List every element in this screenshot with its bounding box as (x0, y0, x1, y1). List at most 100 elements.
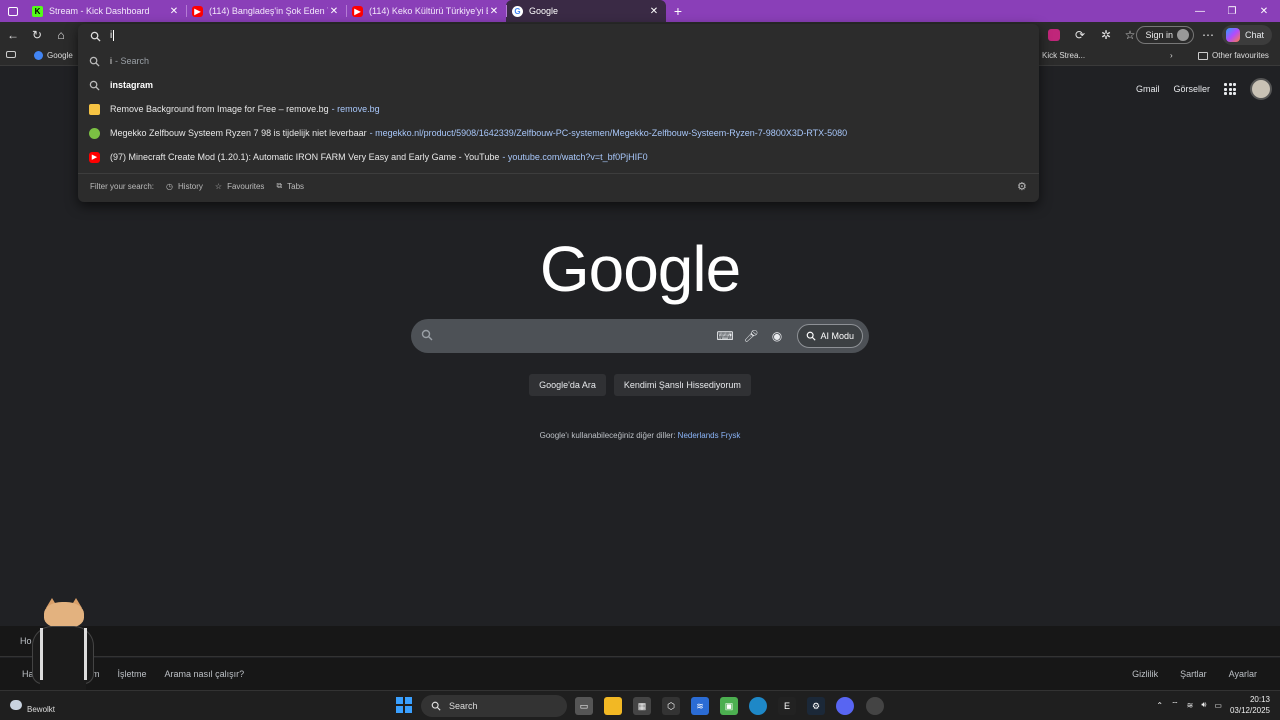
other-favourites[interactable]: Other favourites (1198, 51, 1269, 60)
date-label: 03/12/2025 (1229, 706, 1270, 715)
minimize-icon[interactable]: — (1184, 6, 1216, 17)
bookmark-kick[interactable]: Kick Strea... (1042, 51, 1085, 60)
app-icon-2[interactable] (866, 697, 884, 715)
copilot-chat-button[interactable]: Chat (1221, 25, 1272, 45)
refresh-icon[interactable]: ↻ (29, 27, 45, 43)
removebg-icon (89, 103, 100, 115)
restore-icon[interactable]: ❐ (1216, 6, 1248, 17)
footer-link-settings[interactable]: Ayarlar (1229, 669, 1257, 679)
chevron-up-icon[interactable]: ⌃ (1156, 701, 1163, 710)
close-icon[interactable]: ✕ (488, 6, 500, 17)
search-sparkle-icon (807, 331, 817, 341)
app-icon[interactable]: ⬡ (662, 697, 680, 715)
sign-in-button[interactable]: Sign in (1136, 26, 1194, 44)
keyboard-icon[interactable]: ⌨ (716, 328, 733, 344)
camera-lens-icon[interactable]: ◉ (769, 328, 785, 344)
file-explorer-icon[interactable] (604, 697, 622, 715)
microphone-icon[interactable]: 🎤︎ (743, 328, 759, 344)
store-icon[interactable]: ▦ (633, 697, 651, 715)
google-icon: G (512, 5, 523, 17)
search-filter-row: Filter your search: ◷ History ☆ Favourites… (90, 181, 304, 191)
tab-title: Stream - Kick Dashboard (49, 6, 150, 16)
search-icon (431, 701, 441, 711)
language-link-nl[interactable]: Nederlands (678, 431, 719, 440)
volume-icon[interactable]: 🔊︎ (1201, 700, 1206, 710)
images-link[interactable]: Görseller (1173, 84, 1210, 94)
vscode-icon[interactable]: ≋ (691, 697, 709, 715)
chevron-right-icon[interactable]: › (1170, 51, 1173, 60)
feeling-lucky-button[interactable]: Kendimi Şanslı Hissediyorum (613, 374, 751, 396)
home-icon[interactable]: ⌂ (53, 27, 69, 43)
suggestion-item[interactable]: Megekko Zelfbouw Systeem Ryzen 7 98 is t… (78, 121, 1039, 145)
tab-youtube-2[interactable]: ▶ (114) Keko Kültürü Türkiye'yi Esir ✕ (346, 0, 506, 22)
edge-icon[interactable] (749, 697, 767, 715)
weather-widget[interactable]: Bewolkt (10, 695, 55, 714)
taskbar-search-label: Search (449, 701, 478, 711)
epic-games-icon[interactable]: E (778, 697, 796, 715)
ai-mode-button[interactable]: AI Modu (797, 324, 863, 348)
taskbar-search[interactable]: Search (421, 695, 567, 717)
more-icon[interactable]: ⋯ (1200, 27, 1216, 43)
task-view-icon[interactable]: ▭ (575, 697, 593, 715)
suggestion-item[interactable]: i - Search (78, 49, 1039, 73)
suggestion-url: - youtube.com/watch?v=t_bf0PjHIF0 (502, 152, 648, 162)
search-icon (90, 31, 101, 42)
apps-grid-icon[interactable] (1224, 83, 1236, 95)
wifi-icon[interactable]: ≋ (1187, 701, 1194, 710)
google-search-button[interactable]: Google'da Ara (529, 374, 606, 396)
footer-link-privacy[interactable]: Gizlilik (1132, 669, 1158, 679)
extension-icon[interactable] (1048, 29, 1060, 41)
ai-mode-label: AI Modu (820, 331, 854, 341)
filter-history[interactable]: ◷ History (166, 182, 203, 191)
suggestion-url: - remove.bg (331, 104, 380, 114)
language-link-fy[interactable]: Frysk (721, 431, 741, 440)
suggestion-url: - megekko.nl/product/5908/1642339/Zelfbo… (369, 128, 848, 138)
filter-tabs[interactable]: ⧉ Tabs (276, 181, 304, 191)
gmail-link[interactable]: Gmail (1136, 84, 1160, 94)
tab-actions-icon[interactable] (0, 0, 26, 22)
suggestion-item[interactable]: instagram (78, 73, 1039, 97)
tab-youtube-1[interactable]: ▶ (114) Bangladeş'in Şok Eden Yeme ✕ (186, 0, 346, 22)
back-icon[interactable]: ← (5, 27, 21, 43)
new-tab-button[interactable]: + (666, 3, 690, 19)
history-icon: ◷ (166, 181, 174, 191)
google-search-box[interactable]: ⌨ 🎤︎ ◉ AI Modu (411, 319, 869, 353)
address-bar-input[interactable]: i (78, 24, 1039, 48)
footer-link-terms[interactable]: Şartlar (1180, 669, 1207, 679)
discord-icon[interactable] (836, 697, 854, 715)
close-window-icon[interactable]: ✕ (1248, 6, 1280, 17)
profile-avatar[interactable] (1250, 78, 1272, 100)
suggestion-item[interactable]: Remove Background from Image for Free – … (78, 97, 1039, 121)
steam-icon[interactable]: ⚙ (807, 697, 825, 715)
youtube-icon: ▶ (352, 5, 363, 17)
bookmark-label: Google (47, 51, 73, 60)
gear-icon[interactable]: ⚙ (1017, 180, 1029, 193)
suggestion-item[interactable]: ▶ (97) Minecraft Create Mod (1.20.1): Au… (78, 145, 1039, 169)
suggestion-text: Remove Background from Image for Free – … (110, 104, 329, 114)
clock[interactable]: 20:13 03/12/2025 (1230, 694, 1270, 716)
star-icon: ☆ (214, 181, 223, 191)
footer-links: Ha eklam İşletme Arama nasıl çalışır? Gi… (0, 658, 1280, 692)
windows-start-icon[interactable] (396, 697, 412, 713)
bookmark-label: Kick Strea... (1042, 51, 1086, 60)
network-icon[interactable]: ⌔ (1171, 700, 1179, 710)
avatar-icon (1177, 29, 1189, 41)
tab-kick-dashboard[interactable]: K Stream - Kick Dashboard ✕ (26, 0, 186, 22)
close-icon[interactable]: ✕ (168, 6, 180, 17)
close-icon[interactable]: ✕ (648, 6, 660, 17)
favourites-bar-icon[interactable] (6, 51, 16, 58)
filter-favourites[interactable]: ☆ Favourites (215, 182, 265, 191)
filter-label: Filter your search: (90, 181, 155, 191)
chat-label: Chat (1244, 30, 1264, 40)
refresh-page-icon[interactable]: ⟳ (1072, 27, 1088, 43)
footer-link-business[interactable]: İşletme (118, 669, 147, 679)
battery-icon[interactable]: ▭ (1214, 701, 1222, 710)
close-icon[interactable]: ✕ (328, 6, 340, 17)
tab-google[interactable]: G Google ✕ (506, 0, 666, 22)
footer-link-how-search-works[interactable]: Arama nasıl çalışır? (165, 669, 245, 679)
extensions-icon[interactable]: ✲ (1098, 27, 1114, 43)
divider (78, 173, 1039, 174)
bookmark-google[interactable]: Google (34, 51, 73, 60)
minecraft-icon[interactable]: ▣ (720, 697, 738, 715)
cloud-icon (10, 699, 22, 710)
